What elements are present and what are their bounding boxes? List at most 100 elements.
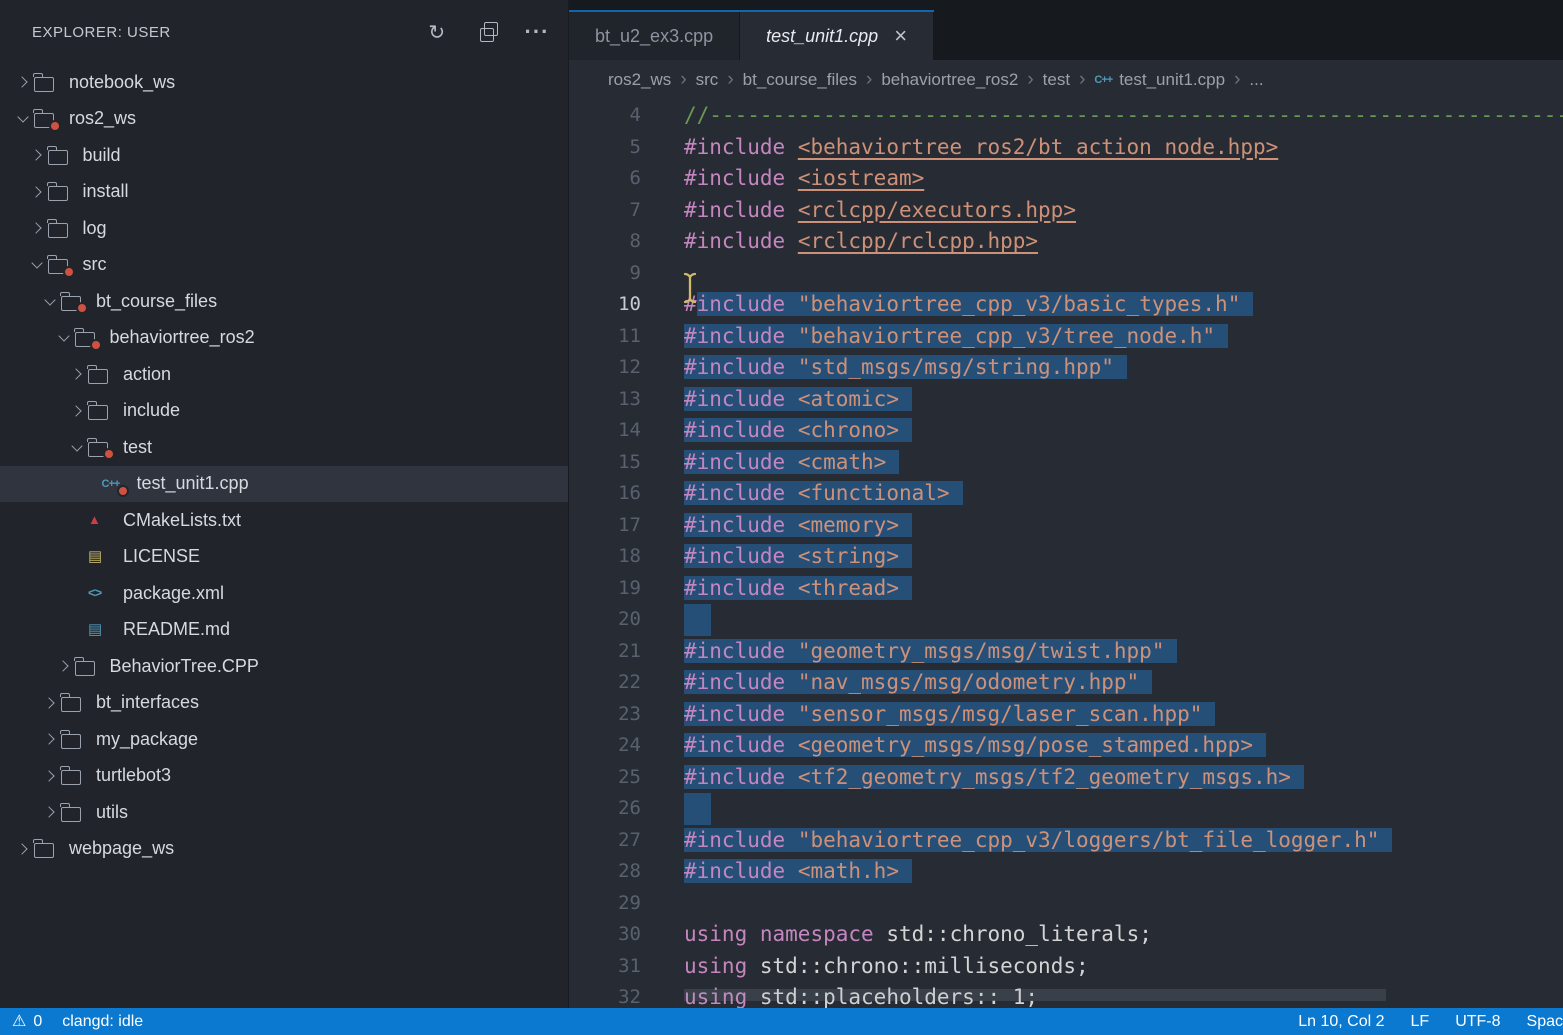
code-line[interactable]: 27#include "behaviortree_cpp_v3/loggers/… [569, 825, 1563, 857]
tree-folder-action[interactable]: action [0, 356, 568, 393]
tree-folder-ros2_ws[interactable]: ros2_ws [0, 101, 568, 138]
git-modified-dot [103, 448, 115, 460]
code-token: #include [684, 859, 785, 883]
tree-folder-notebook_ws[interactable]: notebook_ws [0, 64, 568, 101]
tree-folder-utils[interactable]: utils [0, 794, 568, 831]
tree-file-test_unit1.cpp[interactable]: C++test_unit1.cpp [0, 466, 568, 503]
explorer-header: EXPLORER: USER ↻··· [0, 0, 568, 64]
code-line[interactable]: 24#include <geometry_msgs/msg/pose_stamp… [569, 730, 1563, 762]
code-line[interactable]: 29 [569, 888, 1563, 920]
tree-folder-behaviortree_ros2[interactable]: behaviortree_ros2 [0, 320, 568, 357]
tree-folder-turtlebot3[interactable]: turtlebot3 [0, 758, 568, 795]
code-line[interactable]: 21#include "geometry_msgs/msg/twist.hpp" [569, 636, 1563, 668]
line-number: 25 [569, 762, 641, 794]
code-line[interactable]: 11#include "behaviortree_cpp_v3/tree_nod… [569, 321, 1563, 353]
code-line[interactable]: 22#include "nav_msgs/msg/odometry.hpp" [569, 667, 1563, 699]
gutter-gap [641, 762, 684, 794]
code-line[interactable]: 18#include <string> [569, 541, 1563, 573]
tree-folder-BehaviorTree.CPP[interactable]: BehaviorTree.CPP [0, 648, 568, 685]
tree-file-README.md[interactable]: ▤README.md [0, 612, 568, 649]
code-line[interactable]: 4//-------------------------------------… [569, 100, 1563, 132]
code-token: #include [684, 198, 785, 222]
tree-folder-install[interactable]: install [0, 174, 568, 211]
refresh-icon[interactable]: ↻ [426, 21, 448, 43]
gutter-gap [641, 825, 684, 857]
breadcrumb-item-test_unit1.cpp[interactable]: C++test_unit1.cpp [1094, 70, 1225, 90]
explorer-actions: ↻ ··· [426, 21, 548, 43]
code-line[interactable]: 31using std::chrono::milliseconds; [569, 951, 1563, 983]
code-line[interactable]: 30using namespace std::chrono_literals; [569, 919, 1563, 951]
tree-item-label: test [123, 437, 152, 458]
folder-icon [48, 144, 76, 166]
code-line[interactable]: 5#include <behaviortree_ros2/bt_action_n… [569, 132, 1563, 164]
code-area[interactable]: 4//-------------------------------------… [569, 100, 1563, 1008]
tree-folder-include[interactable]: include [0, 393, 568, 430]
gutter-gap [641, 415, 684, 447]
tree-item-label: CMakeLists.txt [123, 510, 241, 531]
tab-test_unit1.cpp[interactable]: test_unit1.cpp× [740, 12, 934, 60]
breadcrumb-item-bt_course_files[interactable]: bt_course_files [743, 70, 857, 90]
code-token: #include [684, 544, 785, 568]
breadcrumb-item-ros2_ws[interactable]: ros2_ws [608, 70, 671, 90]
code-line[interactable]: 12#include "std_msgs/msg/string.hpp" [569, 352, 1563, 384]
code-line[interactable]: 25#include <tf2_geometry_msgs/tf2_geomet… [569, 762, 1563, 794]
code-line[interactable]: 14#include <chrono> [569, 415, 1563, 447]
indentation-indicator[interactable]: Spac [1527, 1013, 1563, 1031]
cursor-position[interactable]: Ln 10, Col 2 [1298, 1013, 1384, 1031]
gutter-gap [641, 289, 684, 321]
code-token: "behaviortree_cpp_v3/tree_node.h" [798, 324, 1215, 348]
tree-file-CMakeLists.txt[interactable]: ▲CMakeLists.txt [0, 502, 568, 539]
tree-folder-webpage_ws[interactable]: webpage_ws [0, 831, 568, 868]
code-line[interactable]: 8#include <rclcpp/rclcpp.hpp> [569, 226, 1563, 258]
eol-indicator[interactable]: LF [1411, 1013, 1430, 1031]
open-editors-icon[interactable] [476, 21, 498, 43]
tree-folder-bt_course_files[interactable]: bt_course_files [0, 283, 568, 320]
line-content: #include <rclcpp/rclcpp.hpp> [684, 226, 1038, 258]
code-line[interactable]: 7#include <rclcpp/executors.hpp> [569, 195, 1563, 227]
selection-highlight: #include <functional> [684, 481, 963, 505]
tree-folder-test[interactable]: test [0, 429, 568, 466]
clangd-status[interactable]: clangd: idle [62, 1013, 143, 1031]
code-line[interactable]: 28#include <math.h> [569, 856, 1563, 888]
code-token: #include [684, 418, 785, 442]
code-line[interactable]: 9 [569, 258, 1563, 290]
code-line[interactable]: 13#include <atomic> [569, 384, 1563, 416]
code-line[interactable]: 20 [569, 604, 1563, 636]
breadcrumb-item-behaviortree_ros2[interactable]: behaviortree_ros2 [881, 70, 1018, 90]
tree-item-label: package.xml [123, 583, 224, 604]
code-line[interactable]: 17#include <memory> [569, 510, 1563, 542]
code-token: "sensor_msgs/msg/laser_scan.hpp" [798, 702, 1203, 726]
code-token: #include [684, 702, 785, 726]
code-line[interactable]: 16#include <functional> [569, 478, 1563, 510]
code-token [785, 166, 798, 190]
tree-folder-bt_interfaces[interactable]: bt_interfaces [0, 685, 568, 722]
tree-file-LICENSE[interactable]: ▤LICENSE [0, 539, 568, 576]
code-line[interactable]: 26 [569, 793, 1563, 825]
tree-folder-src[interactable]: src [0, 247, 568, 284]
breadcrumb-item-test[interactable]: test [1043, 70, 1070, 90]
tree-folder-log[interactable]: log [0, 210, 568, 247]
breadcrumb-item-src[interactable]: src [696, 70, 719, 90]
more-actions-icon[interactable]: ··· [526, 21, 548, 43]
problems-indicator[interactable]: ⚠ 0 [12, 1013, 42, 1031]
code-line[interactable]: 15#include <cmath> [569, 447, 1563, 479]
code-line[interactable]: 19#include <thread> [569, 573, 1563, 605]
code-token: <rclcpp/rclcpp.hpp> [798, 229, 1038, 253]
code-line[interactable]: 23#include "sensor_msgs/msg/laser_scan.h… [569, 699, 1563, 731]
code-line[interactable]: 10#include "behaviortree_cpp_v3/basic_ty… [569, 289, 1563, 321]
horizontal-scrollbar[interactable] [684, 989, 1386, 1001]
line-number: 19 [569, 573, 641, 605]
code-line[interactable]: 6#include <iostream> [569, 163, 1563, 195]
tree-folder-build[interactable]: build [0, 137, 568, 174]
code-token [785, 418, 798, 442]
line-content [684, 793, 711, 825]
close-icon[interactable]: × [894, 25, 907, 47]
gutter-gap [641, 478, 684, 510]
tree-file-package.xml[interactable]: <>package.xml [0, 575, 568, 612]
tab-bt_u2_ex3.cpp[interactable]: bt_u2_ex3.cpp [569, 12, 740, 60]
code-token: #include [684, 828, 785, 852]
breadcrumb-item-...[interactable]: ... [1249, 70, 1263, 90]
code-token [785, 859, 798, 883]
tree-folder-my_package[interactable]: my_package [0, 721, 568, 758]
encoding-indicator[interactable]: UTF-8 [1455, 1013, 1500, 1031]
